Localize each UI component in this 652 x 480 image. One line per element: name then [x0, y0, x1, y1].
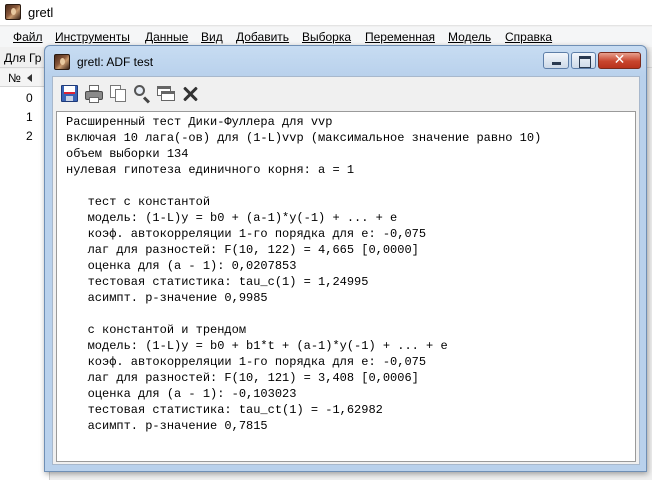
- output-line: асимпт. p-значение 0,7815: [66, 419, 268, 433]
- output-line: Расширенный тест Дики-Фуллера для vvp: [66, 115, 333, 129]
- dialog-client-area: Расширенный тест Дики-Фуллера для vvp вк…: [52, 76, 640, 465]
- gretl-app-icon: [5, 4, 21, 20]
- output-line: коэф. автокорреляции 1-го порядка для e:…: [66, 227, 427, 241]
- variable-list: № 0 1 2: [0, 69, 50, 480]
- adf-test-window: gretl: ADF test ✕ Расширенный тест Дики-…: [44, 45, 647, 472]
- sort-arrow-icon: [27, 74, 32, 82]
- output-line: модель: (1-L)y = b0 + b1*t + (a-1)*y(-1)…: [66, 339, 448, 353]
- output-line: лаг для разностей: F(10, 122) = 4,665 [0…: [66, 243, 419, 257]
- main-menubar: Файл Инструменты Данные Вид Добавить Выб…: [0, 27, 652, 47]
- menu-tools[interactable]: Инструменты: [55, 30, 130, 44]
- save-icon[interactable]: [60, 84, 80, 104]
- output-line: оценка для (a - 1): 0,0207853: [66, 259, 297, 273]
- varlist-id-header: №: [8, 71, 21, 85]
- close-icon[interactable]: [180, 84, 200, 104]
- close-window-button[interactable]: ✕: [598, 52, 641, 69]
- output-line: оценка для (a - 1): -0,103023: [66, 387, 297, 401]
- menu-help[interactable]: Справка: [505, 30, 552, 44]
- adf-output-text[interactable]: Расширенный тест Дики-Фуллера для vvp вк…: [56, 111, 636, 462]
- varlist-row[interactable]: 1: [26, 110, 33, 124]
- output-line: тестовая статистика: tau_ct(1) = -1,6298…: [66, 403, 383, 417]
- main-window-titlebar: gretl: [0, 0, 652, 26]
- close-x-icon: ✕: [613, 52, 626, 68]
- output-line: лаг для разностей: F(10, 121) = 3,408 [0…: [66, 371, 419, 385]
- menu-model[interactable]: Модель: [448, 30, 491, 44]
- output-line: тест с константой: [66, 195, 211, 209]
- print-icon[interactable]: [84, 84, 104, 104]
- output-line: с константой и трендом: [66, 323, 247, 337]
- output-line: тестовая статистика: tau_c(1) = 1,24995: [66, 275, 369, 289]
- output-line: асимпт. p-значение 0,9985: [66, 291, 268, 305]
- varlist-column-header[interactable]: №: [0, 69, 50, 87]
- menu-view[interactable]: Вид: [201, 30, 223, 44]
- output-line: включая 10 лага(-ов) для (1-L)vvp (макси…: [66, 131, 542, 145]
- output-line: модель: (1-L)y = b0 + (a-1)*y(-1) + ... …: [66, 211, 398, 225]
- menu-sample[interactable]: Выборка: [302, 30, 351, 44]
- output-line: нулевая гипотеза единичного корня: a = 1: [66, 163, 355, 177]
- minimize-button[interactable]: [543, 52, 569, 69]
- window-list-icon[interactable]: [156, 84, 176, 104]
- copy-icon[interactable]: [108, 84, 128, 104]
- menu-data[interactable]: Данные: [145, 30, 188, 44]
- dialog-title: gretl: ADF test: [77, 55, 154, 69]
- main-window-title: gretl: [28, 5, 54, 20]
- maximize-button[interactable]: [571, 52, 596, 69]
- output-line: объем выборки 134: [66, 147, 189, 161]
- dialog-toolbar: [53, 77, 639, 111]
- output-line: коэф. автокорреляции 1-го порядка для e:…: [66, 355, 427, 369]
- varlist-row[interactable]: 0: [26, 91, 33, 105]
- varlist-row[interactable]: 2: [26, 129, 33, 143]
- menu-add[interactable]: Добавить: [236, 30, 289, 44]
- main-toolbar-partial-text[interactable]: Для Гр: [4, 51, 41, 65]
- gretl-app-icon: [54, 54, 70, 70]
- menu-variable[interactable]: Переменная: [365, 30, 435, 44]
- menu-file[interactable]: Файл: [13, 30, 43, 44]
- find-icon[interactable]: [132, 84, 152, 104]
